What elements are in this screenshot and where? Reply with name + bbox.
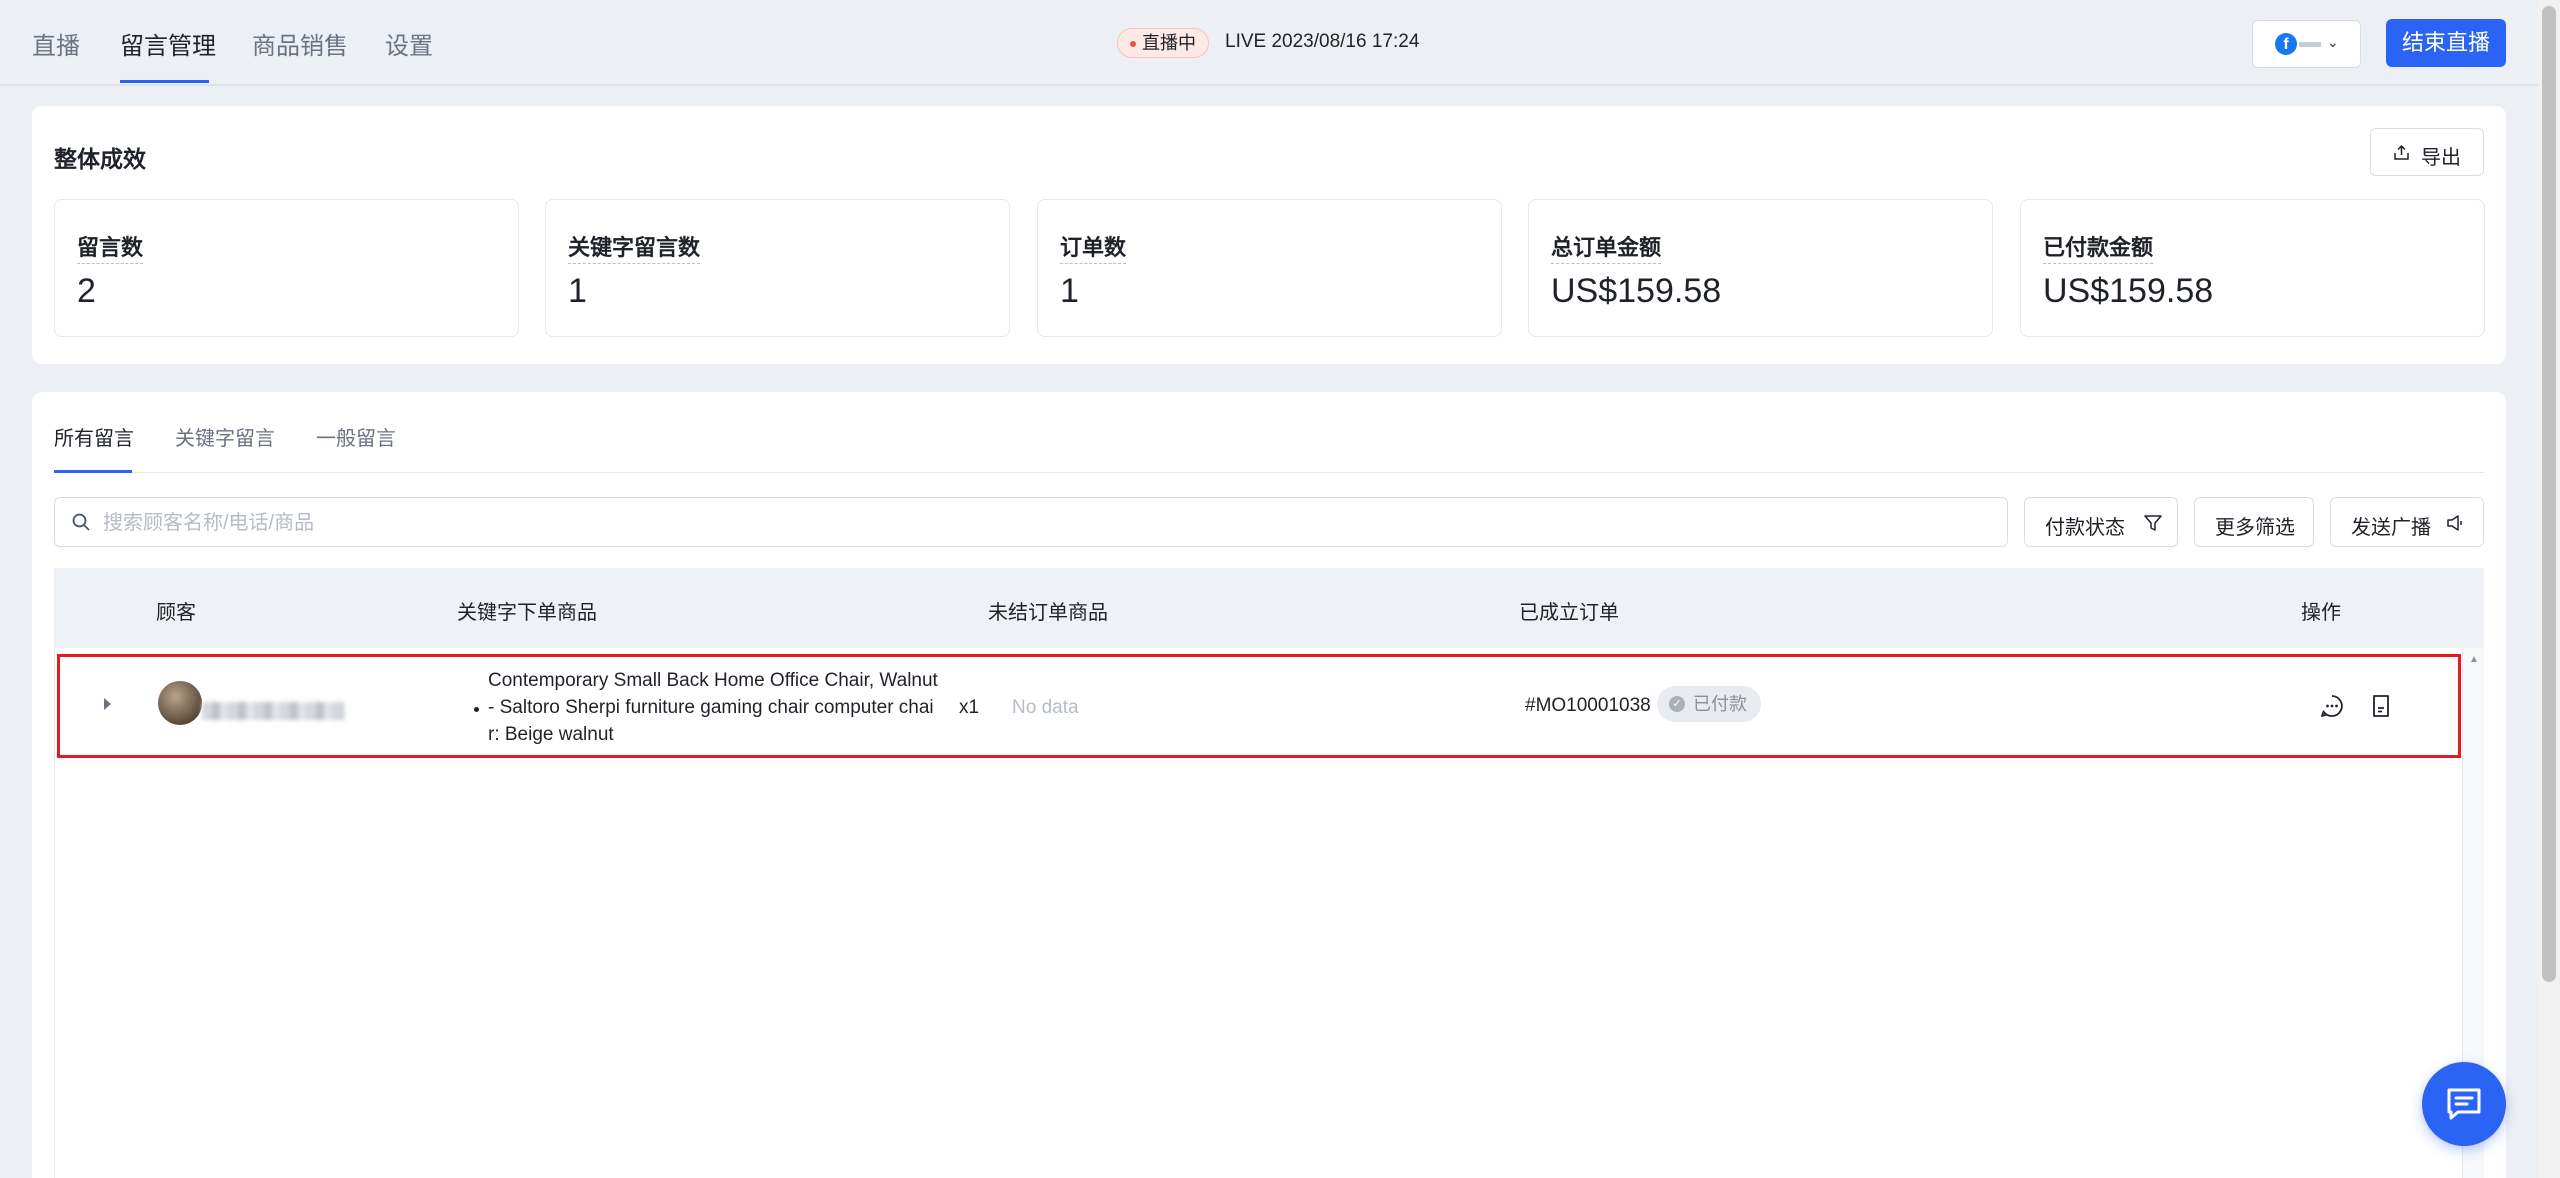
stat-card-keyword-comments: 关键字留言数 1 (545, 199, 1010, 337)
active-tab-indicator (120, 80, 209, 83)
page-selector[interactable]: f ⌄ (2252, 20, 2361, 68)
export-label: 导出 (2421, 147, 2461, 169)
more-filters-button[interactable]: 更多筛选 (2194, 497, 2314, 547)
facebook-icon: f (2275, 33, 2297, 55)
search-icon (72, 513, 90, 531)
subtab-general-comments[interactable]: 一般留言 (316, 422, 396, 451)
send-broadcast-button[interactable]: 发送广播 (2330, 497, 2484, 547)
stat-label: 已付款金额 (2043, 230, 2154, 264)
scroll-up-arrow-icon[interactable]: ▲ (2469, 654, 2479, 665)
broadcast-label: 发送广播 (2351, 517, 2431, 539)
overview-title: 整体成效 (54, 146, 146, 172)
tab-product-sales[interactable]: 商品销售 (252, 26, 348, 61)
expand-row-caret-icon[interactable] (104, 698, 111, 710)
stat-label: 订单数 (1060, 230, 1127, 264)
tab-live[interactable]: 直播 (32, 26, 80, 61)
search-box[interactable] (54, 497, 2008, 547)
chat-support-button[interactable] (2422, 1062, 2506, 1146)
payment-status-badge: ✓ 已付款 (1657, 686, 1761, 722)
subtab-divider (54, 472, 2484, 473)
export-icon (2394, 144, 2409, 160)
page-scrollbar[interactable] (2538, 0, 2560, 1178)
top-bar: 直播 留言管理 商品销售 设置 直播中 LIVE 2023/08/16 17:2… (0, 0, 2538, 86)
customer-name-redacted (202, 702, 344, 720)
live-timestamp: LIVE 2023/08/16 17:24 (1225, 31, 1420, 52)
stat-label: 留言数 (77, 230, 144, 264)
check-circle-icon: ✓ (1669, 696, 1685, 712)
payment-status-filter-button[interactable]: 付款状态 (2024, 497, 2178, 547)
stat-label: 总订单金额 (1551, 230, 1662, 264)
tab-settings[interactable]: 设置 (385, 26, 433, 61)
stat-value: 1 (568, 272, 587, 310)
avatar (158, 681, 202, 725)
stat-card-comments: 留言数 2 (54, 199, 519, 337)
stat-value: 1 (1060, 272, 1079, 310)
active-subtab-indicator (54, 470, 132, 473)
table-row[interactable]: Contemporary Small Back Home Office Chai… (57, 654, 2461, 758)
subtab-keyword-comments[interactable]: 关键字留言 (175, 422, 275, 451)
column-header-pending-products: 未结订单商品 (988, 602, 1108, 624)
column-header-actions: 操作 (2301, 602, 2341, 624)
order-detail-icon[interactable] (2368, 693, 2394, 719)
table-body: Contemporary Small Back Home Office Chai… (54, 648, 2462, 1178)
overview-panel: 整体成效 导出 留言数 2 关键字留言数 1 订单数 1 总订单金额 US$15… (32, 106, 2506, 364)
tab-comment-management[interactable]: 留言管理 (120, 26, 216, 61)
stat-value: US$159.58 (2043, 272, 2214, 310)
export-button[interactable]: 导出 (2370, 128, 2484, 176)
bullet-icon (474, 707, 479, 712)
pending-products-empty: No data (1012, 697, 1079, 718)
page-name-redacted (2299, 42, 2321, 47)
chevron-down-icon: ⌄ (2327, 34, 2339, 50)
column-header-keyword-products: 关键字下单商品 (457, 602, 597, 624)
stat-label: 关键字留言数 (568, 230, 701, 264)
product-quantity: x1 (959, 697, 980, 718)
stat-card-orders: 订单数 1 (1037, 199, 1502, 337)
stat-card-total-order-amount: 总订单金额 US$159.58 (1528, 199, 1993, 337)
filter-label: 更多筛选 (2215, 517, 2295, 539)
status-text: 已付款 (1693, 694, 1747, 714)
message-icon[interactable] (2319, 693, 2345, 719)
page-scrollbar-thumb[interactable] (2542, 6, 2556, 982)
subtab-all-comments[interactable]: 所有留言 (54, 422, 134, 451)
column-header-orders: 已成立订单 (1519, 602, 1619, 624)
chat-icon (2447, 1088, 2481, 1120)
stat-value: US$159.58 (1551, 272, 1722, 310)
filter-label: 付款状态 (2045, 517, 2125, 539)
order-id-link[interactable]: #MO10001038 (1525, 695, 1651, 717)
megaphone-icon (2447, 515, 2462, 531)
comments-panel: 所有留言 关键字留言 一般留言 付款状态 更多筛选 发送广播 顾客 关键字下单商… (32, 392, 2506, 1178)
stat-card-paid-amount: 已付款金额 US$159.58 (2020, 199, 2485, 337)
table-header: 顾客 关键字下单商品 未结订单商品 已成立订单 操作 (54, 568, 2484, 648)
live-status-badge: 直播中 (1117, 28, 1209, 58)
end-live-button[interactable]: 结束直播 (2386, 19, 2506, 67)
search-input[interactable] (103, 508, 1983, 538)
stat-value: 2 (77, 272, 96, 310)
column-header-customer: 顾客 (156, 602, 196, 624)
filter-icon (2144, 515, 2162, 531)
product-name: Contemporary Small Back Home Office Chai… (488, 670, 938, 745)
